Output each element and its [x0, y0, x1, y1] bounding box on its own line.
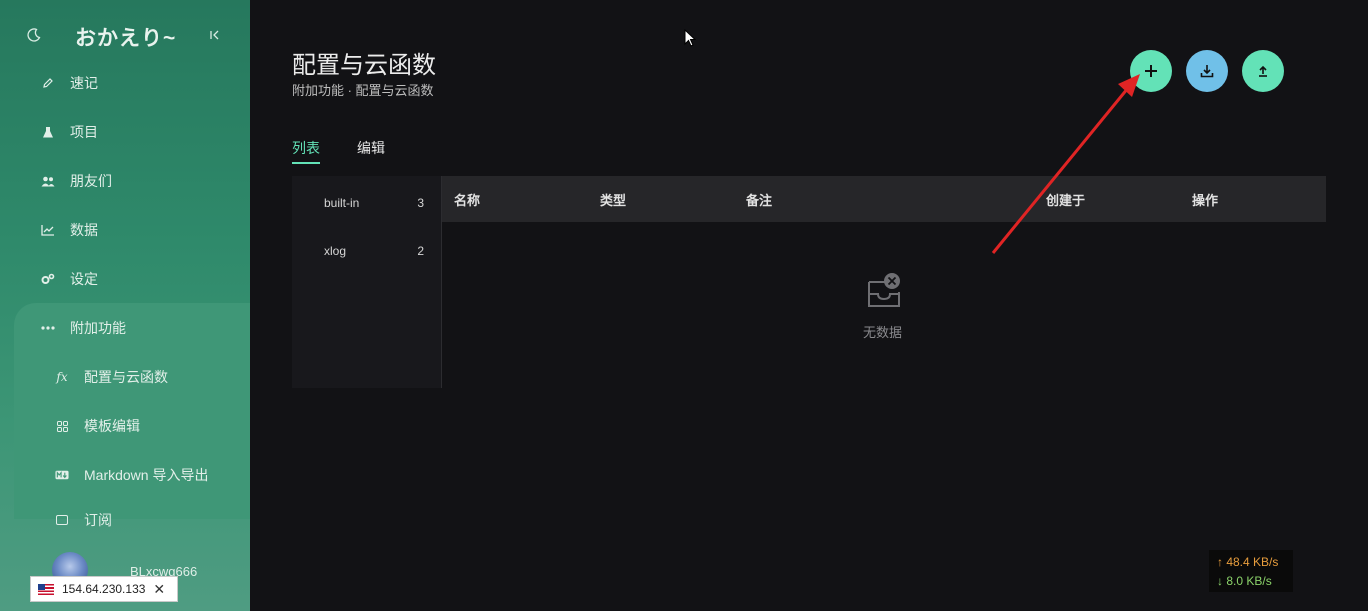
- mouse-cursor-icon: [684, 29, 696, 47]
- annotation-arrow: [991, 74, 1140, 254]
- upload-speed: ↑ 48.4 KB/s: [1217, 555, 1279, 569]
- network-speed-widget: ↑ 48.4 KB/s ↓ 8.0 KB/s: [1209, 550, 1293, 592]
- download-speed: ↓ 8.0 KB/s: [1217, 574, 1272, 588]
